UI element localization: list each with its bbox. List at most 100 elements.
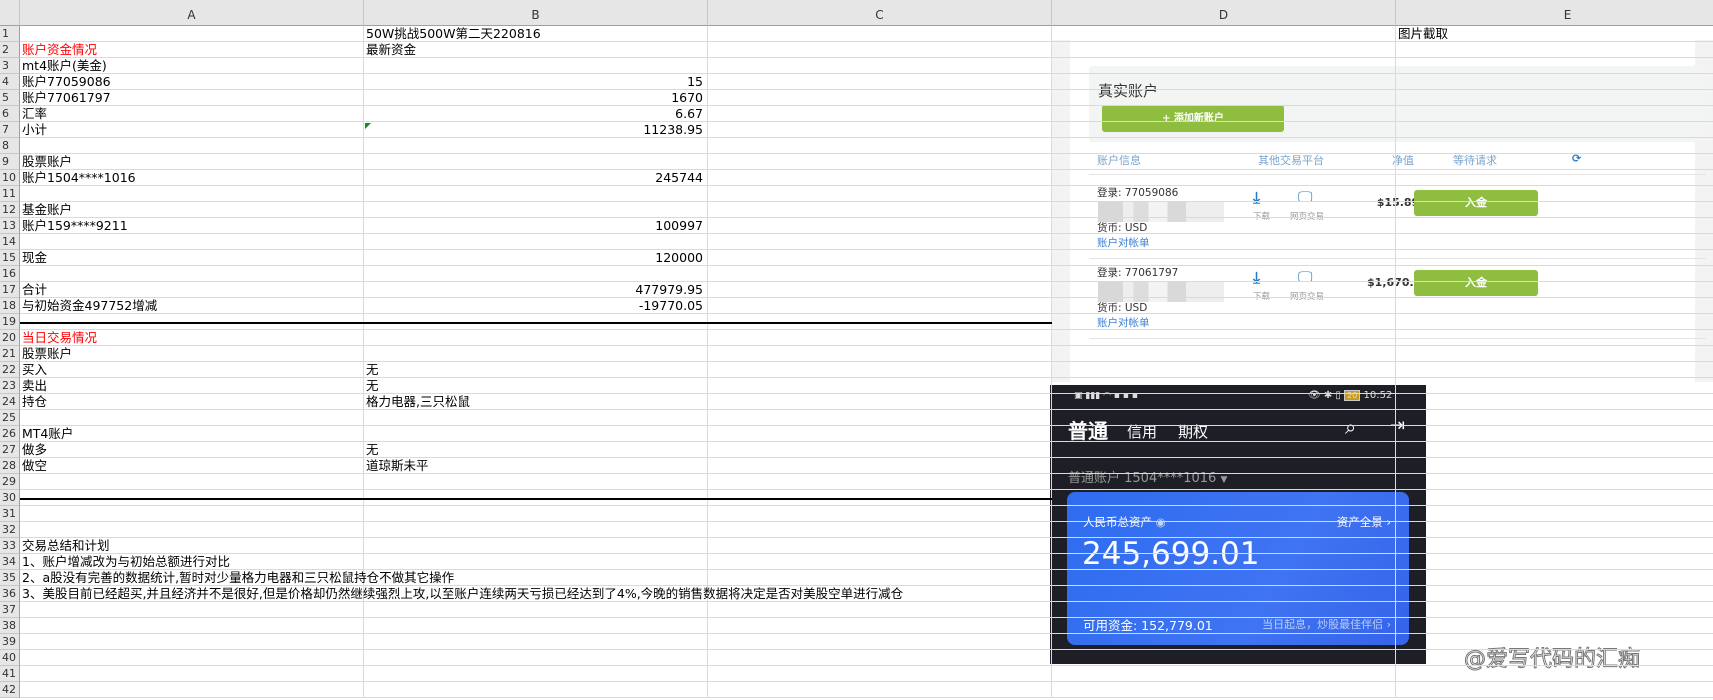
cell-C18[interactable] <box>708 298 1052 314</box>
cell-C27[interactable] <box>708 442 1052 458</box>
cell-C24[interactable] <box>708 394 1052 410</box>
cell-E16[interactable] <box>1396 266 1713 282</box>
row-header-32[interactable]: 32 <box>0 522 20 538</box>
cell-A40[interactable] <box>20 650 364 666</box>
column-header-E[interactable]: E <box>1396 0 1713 26</box>
cell-A17[interactable]: 合计 <box>20 282 364 298</box>
cell-A28[interactable]: 做空 <box>20 458 364 474</box>
cell-C14[interactable] <box>708 234 1052 250</box>
cell-A41[interactable] <box>20 666 364 682</box>
cell-D36[interactable] <box>1052 586 1396 602</box>
cell-E38[interactable] <box>1396 618 1713 634</box>
cell-E3[interactable] <box>1396 58 1713 74</box>
cell-A4[interactable]: 账户77059086 <box>20 74 364 90</box>
row-header-2[interactable]: 2 <box>0 42 20 58</box>
row-header-20[interactable]: 20 <box>0 330 20 346</box>
cell-E17[interactable] <box>1396 282 1713 298</box>
cell-A9[interactable]: 股票账户 <box>20 154 364 170</box>
cell-D5[interactable] <box>1052 90 1396 106</box>
cell-B11[interactable] <box>364 186 708 202</box>
cell-E22[interactable] <box>1396 362 1713 378</box>
cell-D22[interactable] <box>1052 362 1396 378</box>
row-header-4[interactable]: 4 <box>0 74 20 90</box>
cell-E10[interactable] <box>1396 170 1713 186</box>
cell-A3[interactable]: mt4账户(美金) <box>20 58 364 74</box>
row-header-42[interactable]: 42 <box>0 682 20 698</box>
cell-B29[interactable] <box>364 474 708 490</box>
cell-E13[interactable] <box>1396 218 1713 234</box>
cell-A7[interactable]: 小计 <box>20 122 364 138</box>
row-header-14[interactable]: 14 <box>0 234 20 250</box>
cell-A25[interactable] <box>20 410 364 426</box>
cell-B1[interactable]: 50W挑战500W第二天220816 <box>364 26 708 42</box>
cell-D1[interactable] <box>1052 26 1396 42</box>
cell-B21[interactable] <box>364 346 708 362</box>
cell-B16[interactable] <box>364 266 708 282</box>
row-header-9[interactable]: 9 <box>0 154 20 170</box>
cell-C11[interactable] <box>708 186 1052 202</box>
row-header-11[interactable]: 11 <box>0 186 20 202</box>
cell-C16[interactable] <box>708 266 1052 282</box>
row-header-23[interactable]: 23 <box>0 378 20 394</box>
column-header-A[interactable]: A <box>20 0 364 26</box>
cell-D21[interactable] <box>1052 346 1396 362</box>
cell-C32[interactable] <box>708 522 1052 538</box>
column-header-C[interactable]: C <box>708 0 1052 26</box>
cell-A35[interactable]: 2、a股没有完善的数据统计,暂时对少量格力电器和三只松鼠持仓不做其它操作 <box>20 570 454 586</box>
cell-A27[interactable]: 做多 <box>20 442 364 458</box>
cell-D27[interactable] <box>1052 442 1396 458</box>
cell-C41[interactable] <box>708 666 1052 682</box>
cell-C9[interactable] <box>708 154 1052 170</box>
cell-C15[interactable] <box>708 250 1052 266</box>
cell-C5[interactable] <box>708 90 1052 106</box>
cell-D17[interactable] <box>1052 282 1396 298</box>
cell-E9[interactable] <box>1396 154 1713 170</box>
cell-C37[interactable] <box>708 602 1052 618</box>
row-header-5[interactable]: 5 <box>0 90 20 106</box>
cell-D12[interactable] <box>1052 202 1396 218</box>
cell-B3[interactable] <box>364 58 708 74</box>
cell-C25[interactable] <box>708 410 1052 426</box>
cell-C40[interactable] <box>708 650 1052 666</box>
cell-B28[interactable]: 道琼斯未平 <box>364 458 708 474</box>
cell-C20[interactable] <box>708 330 1052 346</box>
cell-E5[interactable] <box>1396 90 1713 106</box>
cell-D35[interactable] <box>1052 570 1396 586</box>
cell-E14[interactable] <box>1396 234 1713 250</box>
cell-A15[interactable]: 现金 <box>20 250 364 266</box>
cell-A20[interactable]: 当日交易情况 <box>20 330 364 346</box>
row-header-1[interactable]: 1 <box>0 26 20 42</box>
row-header-27[interactable]: 27 <box>0 442 20 458</box>
cell-E29[interactable] <box>1396 474 1713 490</box>
cell-B32[interactable] <box>364 522 708 538</box>
cell-E1[interactable] <box>1396 26 1713 42</box>
cell-C23[interactable] <box>708 378 1052 394</box>
row-header-24[interactable]: 24 <box>0 394 20 410</box>
cell-B27[interactable]: 无 <box>364 442 708 458</box>
row-header-40[interactable]: 40 <box>0 650 20 666</box>
cell-A8[interactable] <box>20 138 364 154</box>
cell-E31[interactable] <box>1396 506 1713 522</box>
cell-E6[interactable] <box>1396 106 1713 122</box>
cell-B26[interactable] <box>364 426 708 442</box>
cell-E27[interactable] <box>1396 442 1713 458</box>
cell-B14[interactable] <box>364 234 708 250</box>
cell-E40[interactable] <box>1396 650 1713 666</box>
cell-D4[interactable] <box>1052 74 1396 90</box>
cell-E36[interactable] <box>1396 586 1713 602</box>
cell-D16[interactable] <box>1052 266 1396 282</box>
cell-C42[interactable] <box>708 682 1052 698</box>
cell-E23[interactable] <box>1396 378 1713 394</box>
cell-C13[interactable] <box>708 218 1052 234</box>
cell-E7[interactable] <box>1396 122 1713 138</box>
cell-D29[interactable] <box>1052 474 1396 490</box>
cell-E35[interactable] <box>1396 570 1713 586</box>
cell-B7[interactable]: 11238.95 <box>364 122 708 138</box>
cell-C7[interactable] <box>708 122 1052 138</box>
cell-A24[interactable]: 持仓 <box>20 394 364 410</box>
cell-C10[interactable] <box>708 170 1052 186</box>
cell-D9[interactable] <box>1052 154 1396 170</box>
cell-B2[interactable]: 最新资金 <box>364 42 708 58</box>
row-header-30[interactable]: 30 <box>0 490 20 506</box>
row-header-25[interactable]: 25 <box>0 410 20 426</box>
